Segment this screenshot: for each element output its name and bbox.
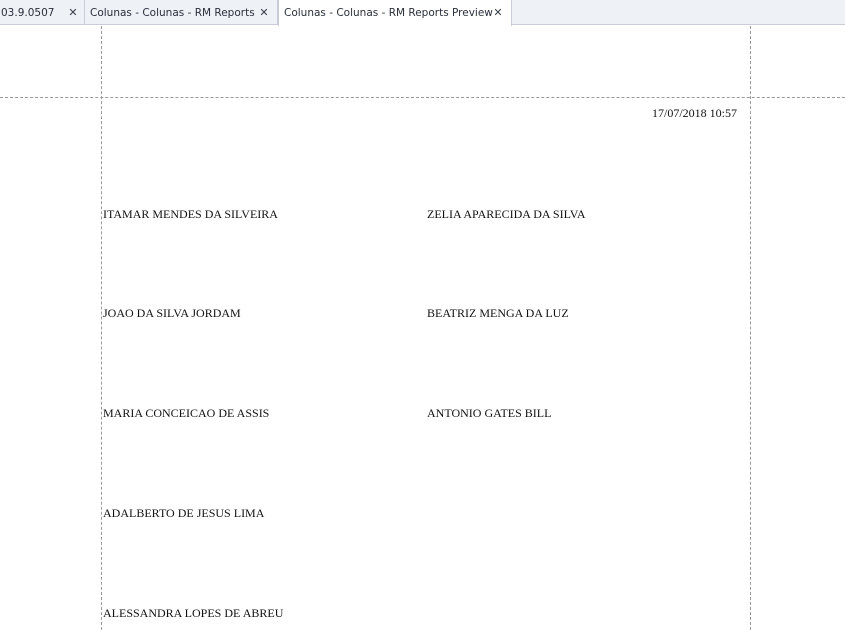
record-name-right-3: ANTONIO GATES BILL [427,406,552,420]
document-tab-bar: 03.9.0507 ✕ Colunas - Colunas - RM Repor… [0,0,845,26]
record-name-left-4: ADALBERTO DE JESUS LIMA [103,506,265,520]
record-name-left-2: JOAO DA SILVA JORDAM [103,306,241,320]
report-preview-page: 17/07/2018 10:57 ITAMAR MENDES DA SILVEI… [0,26,845,630]
close-icon[interactable]: ✕ [66,5,80,19]
tab-label: 03.9.0507 [1,6,55,19]
tab-rm-reports-preview[interactable]: Colunas - Colunas - RM Reports Preview ✕ [278,0,512,26]
tab-label: Colunas - Colunas - RM Reports Preview [284,7,493,19]
close-icon[interactable]: ✕ [491,5,505,19]
right-margin-guide [750,26,751,630]
tab-label: Colunas - Colunas - RM Reports [90,6,255,19]
record-name-left-1: ITAMAR MENDES DA SILVEIRA [103,207,278,221]
record-name-left-3: MARIA CONCEICAO DE ASSIS [103,406,270,420]
left-margin-guide [101,26,102,630]
record-name-right-2: BEATRIZ MENGA DA LUZ [427,306,569,320]
record-name-left-5: ALESSANDRA LOPES DE ABREU [103,606,284,620]
record-name-right-1: ZELIA APARECIDA DA SILVA [427,207,586,221]
report-timestamp: 17/07/2018 10:57 [652,106,738,120]
close-icon[interactable]: ✕ [257,5,271,19]
top-margin-guide [0,97,845,98]
tab-rm-reports[interactable]: Colunas - Colunas - RM Reports ✕ [85,0,278,25]
tab-previous-document[interactable]: 03.9.0507 ✕ [0,0,85,25]
